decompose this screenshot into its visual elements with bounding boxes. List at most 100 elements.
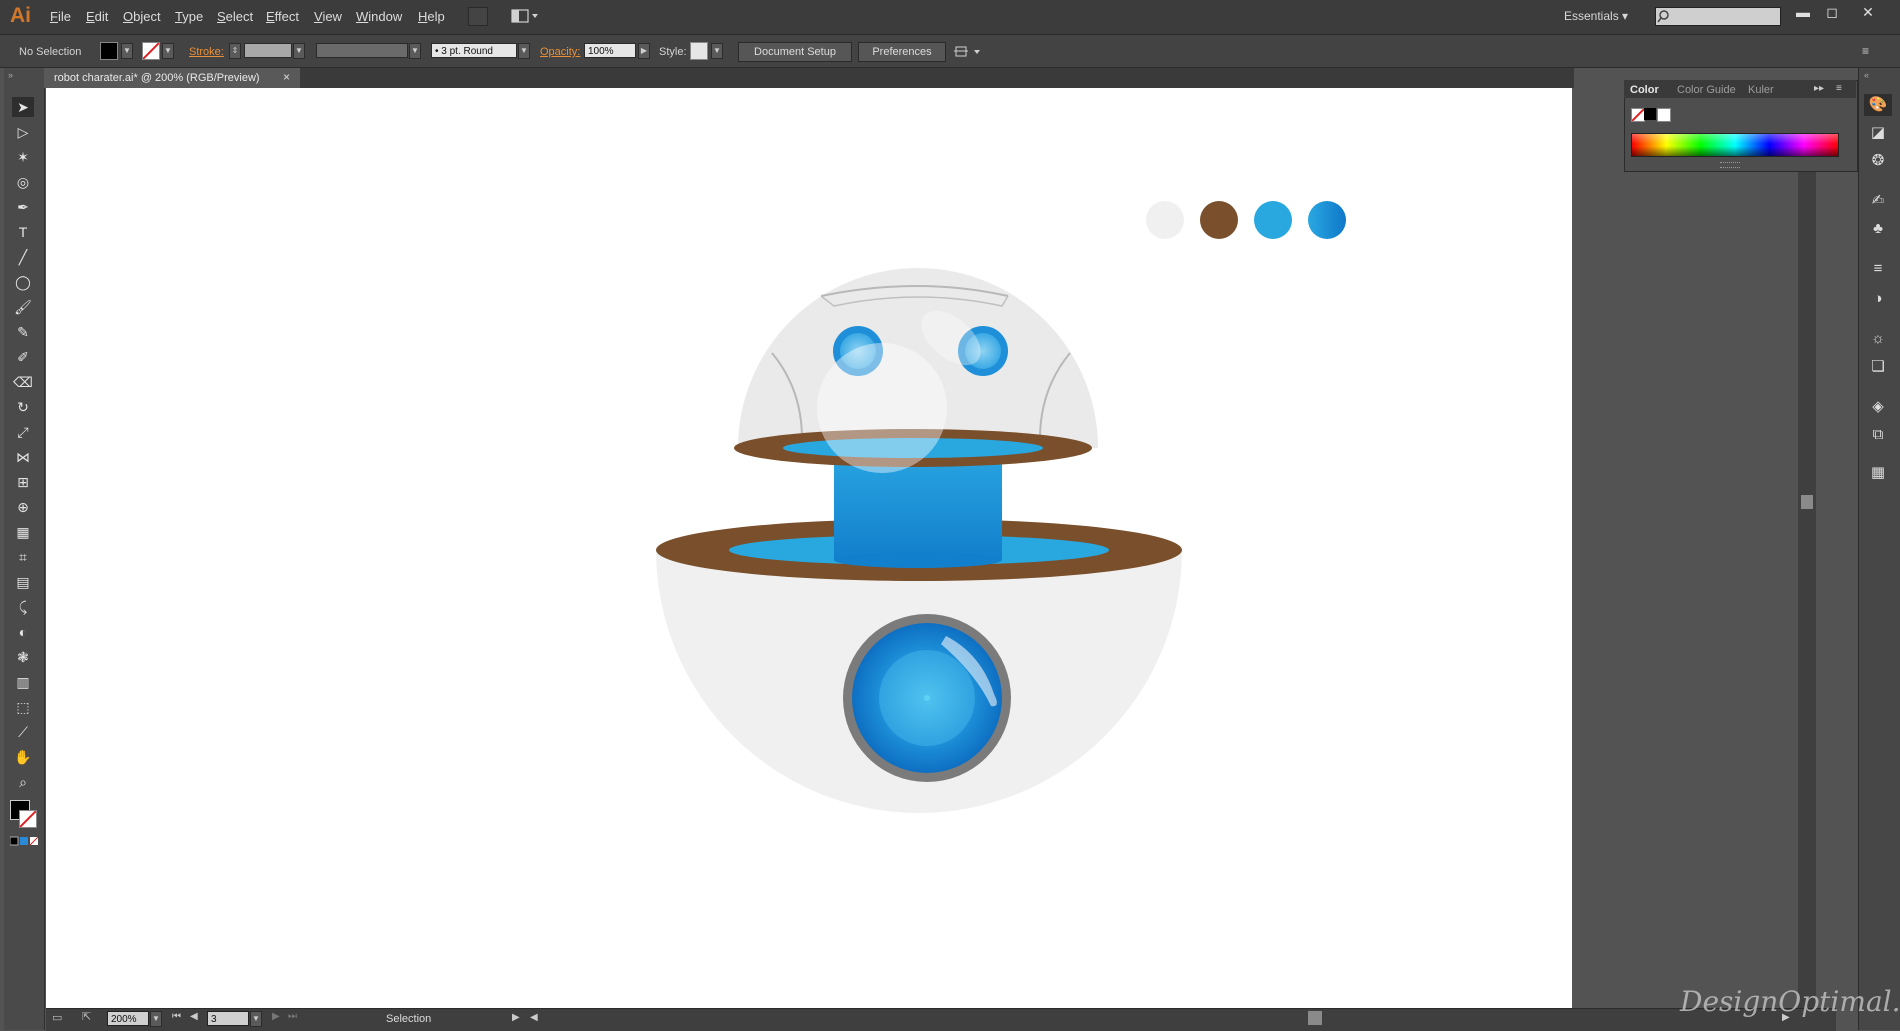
menu-object[interactable]: Object <box>123 9 161 24</box>
magic-wand-icon[interactable]: ✶ <box>12 147 34 167</box>
menu-view[interactable]: View <box>314 9 342 24</box>
brushes-icon[interactable]: ✍ <box>1864 190 1892 212</box>
last-artboard-icon[interactable]: ⏭ <box>288 1011 297 1022</box>
mesh-icon[interactable]: ⌗ <box>12 547 34 567</box>
pencil-icon[interactable]: ✎ <box>12 322 34 342</box>
selection-icon[interactable]: ➤ <box>12 97 34 117</box>
graphic-styles-icon[interactable]: ❏ <box>1864 356 1892 378</box>
swatches-icon[interactable]: ▦ <box>1864 462 1892 484</box>
eraser-icon[interactable]: ⌫ <box>12 372 34 392</box>
scale-icon[interactable]: ⤢ <box>12 422 34 442</box>
black-swatch[interactable] <box>1644 108 1656 120</box>
color-guide-icon[interactable]: ❂ <box>1864 150 1892 172</box>
scroll-left-icon[interactable]: ◀ <box>530 1012 538 1023</box>
artboards-panel-icon[interactable]: ⧉ <box>1864 424 1892 446</box>
width-icon[interactable]: ⋈ <box>12 447 34 467</box>
menu-file[interactable]: File <box>50 9 71 24</box>
arrange-documents-button[interactable] <box>510 7 540 25</box>
rotate-icon[interactable]: ↻ <box>12 397 34 417</box>
gradient-icon[interactable]: ▤ <box>12 572 34 592</box>
close-button[interactable]: ✕ <box>1854 2 1882 22</box>
opacity-label[interactable]: Opacity: <box>540 46 580 58</box>
swatch-blue-gradient[interactable] <box>1308 201 1346 239</box>
artboard-dropdown[interactable]: ▼ <box>250 1011 262 1027</box>
eyedropper-icon[interactable]: ⤹ <box>12 597 34 617</box>
document-tab[interactable]: robot charater.ai* @ 200% (RGB/Preview) <box>44 68 300 88</box>
brush-definition-field[interactable]: • 3 pt. Round <box>431 43 517 58</box>
swatch-blue[interactable] <box>1254 201 1292 239</box>
perspective-grid-icon[interactable]: ▦ <box>12 522 34 542</box>
free-transform-icon[interactable]: ⊞ <box>12 472 34 492</box>
search-input[interactable] <box>1655 7 1781 26</box>
arrange-menu-button[interactable] <box>954 44 988 60</box>
layers-icon[interactable]: ◈ <box>1864 396 1892 418</box>
stroke-swatch[interactable] <box>142 42 160 60</box>
direct-selection-icon[interactable]: ▷ <box>12 122 34 142</box>
shape-builder-icon[interactable]: ⊕ <box>12 497 34 517</box>
close-tab-icon[interactable]: × <box>283 70 290 84</box>
transparency-icon[interactable]: ◑ <box>1864 288 1892 310</box>
menu-edit[interactable]: Edit <box>86 9 108 24</box>
graphic-style-swatch[interactable] <box>690 42 708 60</box>
symbols-icon[interactable]: ♣ <box>1864 218 1892 240</box>
stroke-color-box[interactable] <box>19 810 37 828</box>
color-mode-buttons[interactable] <box>10 836 40 846</box>
panel-menu-icon[interactable]: ≡ <box>1836 83 1842 94</box>
menu-type[interactable]: Type <box>175 9 203 24</box>
type-icon[interactable]: T <box>12 222 34 242</box>
preferences-button[interactable]: Preferences <box>858 42 946 62</box>
lasso-icon[interactable]: ◎ <box>12 172 34 192</box>
previous-artboard-icon[interactable]: ◀ <box>190 1011 198 1022</box>
menu-effect[interactable]: Effect <box>266 9 299 24</box>
tab-kuler[interactable]: Kuler <box>1748 84 1774 96</box>
stroke-weight-dropdown[interactable]: ▼ <box>293 43 305 59</box>
artboard-number-field[interactable]: 3 <box>207 1011 249 1026</box>
appearance-icon[interactable]: ☼ <box>1864 328 1892 350</box>
minimize-button[interactable]: ▬ <box>1789 2 1817 22</box>
menu-help[interactable]: Help <box>418 9 445 24</box>
vertical-scrollbar[interactable] <box>1798 170 1816 1008</box>
menu-window[interactable]: Window <box>356 9 402 24</box>
none-swatch[interactable] <box>1631 108 1645 122</box>
fill-swatch[interactable] <box>100 42 118 60</box>
color-icon[interactable]: 🎨 <box>1864 94 1892 116</box>
paintbrush-icon[interactable]: 🖌 <box>12 297 34 317</box>
zoom-icon[interactable]: ⌕ <box>12 772 34 792</box>
maximize-button[interactable]: ◻ <box>1818 2 1846 22</box>
horizontal-scroll-thumb[interactable] <box>1308 1011 1322 1025</box>
next-artboard-icon[interactable]: ▶ <box>272 1011 280 1022</box>
control-panel-menu-icon[interactable]: ≡ <box>1862 44 1882 58</box>
panel-resize-handle[interactable] <box>1720 162 1740 168</box>
color-spectrum[interactable] <box>1631 133 1839 157</box>
first-artboard-icon[interactable]: ⏮ <box>172 1011 181 1022</box>
status-menu-icon[interactable]: ▶ <box>512 1012 520 1023</box>
white-swatch[interactable] <box>1657 108 1671 122</box>
pen-icon[interactable]: ✒ <box>12 197 34 217</box>
ellipse-icon[interactable]: ◯ <box>12 272 34 292</box>
dock-collapse-icon[interactable]: « <box>1864 70 1869 80</box>
blob-brush-icon[interactable]: ✐ <box>12 347 34 367</box>
share-icon[interactable]: ⇱ <box>82 1010 91 1023</box>
stroke-icon[interactable]: ≡ <box>1864 258 1892 280</box>
panel-expand-icon[interactable]: ▸▸ <box>1814 83 1824 94</box>
bridge-button[interactable] <box>468 7 488 26</box>
vertical-scroll-thumb[interactable] <box>1801 495 1813 509</box>
artboard-icon[interactable]: ⬚ <box>12 697 34 717</box>
zoom-dropdown[interactable]: ▼ <box>150 1011 162 1027</box>
brush-dropdown[interactable]: ▼ <box>518 43 530 59</box>
robot-artwork[interactable] <box>46 88 1572 1008</box>
variable-width-profile[interactable] <box>316 43 408 58</box>
variable-width-dropdown[interactable]: ▼ <box>409 43 421 59</box>
swatch-light-gray[interactable] <box>1146 201 1184 239</box>
symbol-sprayer-icon[interactable]: ❃ <box>12 647 34 667</box>
slice-icon[interactable]: ⟋ <box>12 722 34 742</box>
column-graph-icon[interactable]: ▥ <box>12 672 34 692</box>
tab-color[interactable]: Color <box>1630 84 1659 96</box>
document-setup-button[interactable]: Document Setup <box>738 42 852 62</box>
screen-mode-icon[interactable]: ▭ <box>52 1011 62 1024</box>
stroke-weight-stepper[interactable]: ⇕ <box>229 43 241 59</box>
line-icon[interactable]: ╱ <box>12 247 34 267</box>
hand-icon[interactable]: ✋ <box>12 747 34 767</box>
swatch-brown[interactable] <box>1200 201 1238 239</box>
fill-dropdown[interactable]: ▼ <box>121 43 133 59</box>
